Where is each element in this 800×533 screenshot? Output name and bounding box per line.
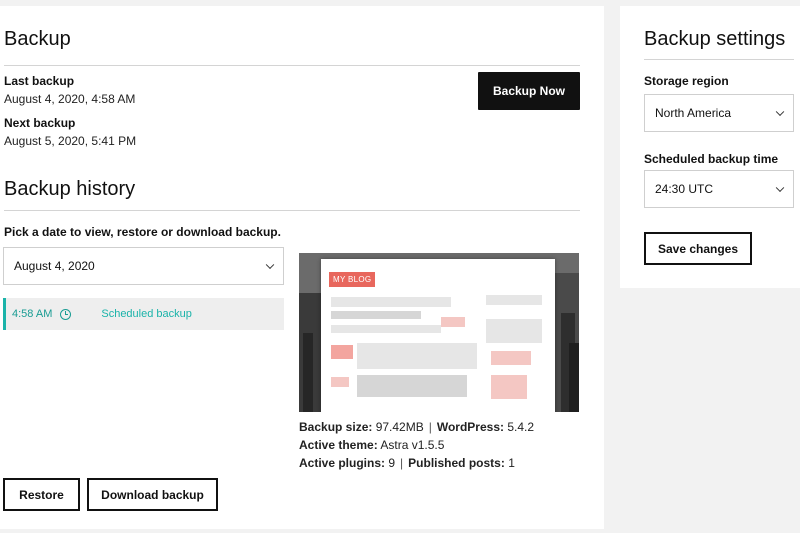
next-backup-label: Next backup <box>4 116 76 130</box>
backup-size-value: 97.42MB <box>375 420 424 434</box>
theme-line: Active theme: Astra v1.5.5 <box>299 438 444 452</box>
posts-value: 1 <box>508 456 515 470</box>
scheduled-time-label: Scheduled backup time <box>644 152 779 166</box>
storage-region-value: North America <box>655 106 732 120</box>
blurred-sidebar <box>491 351 531 365</box>
divider <box>4 210 580 211</box>
blurred-text <box>331 297 451 307</box>
last-backup-value: August 4, 2020, 4:58 AM <box>4 92 136 106</box>
blurred-image <box>331 345 353 359</box>
blurred-text <box>331 325 441 333</box>
chevron-down-icon <box>265 260 275 270</box>
save-changes-button[interactable]: Save changes <box>644 232 752 265</box>
download-backup-button[interactable]: Download backup <box>87 478 218 511</box>
history-instruction: Pick a date to view, restore or download… <box>4 225 281 239</box>
blurred-link <box>441 317 465 327</box>
backup-settings-title: Backup settings <box>644 28 786 50</box>
theme-label: Active theme: <box>299 438 378 452</box>
scheduled-time-select[interactable]: 24:30 UTC <box>644 170 794 208</box>
chevron-down-icon <box>775 107 785 117</box>
storage-region-select[interactable]: North America <box>644 94 794 132</box>
backup-size-label: Backup size: <box>299 420 373 434</box>
divider <box>644 59 794 60</box>
last-backup-label: Last backup <box>4 74 75 88</box>
blog-badge: MY BLOG <box>329 272 376 287</box>
plugins-label: Active plugins: <box>299 456 386 470</box>
blurred-sidebar <box>491 375 527 399</box>
backup-settings-panel: Backup settings Storage region North Ame… <box>620 6 800 288</box>
backup-history-title: Backup history <box>4 178 136 200</box>
clock-icon <box>60 308 72 320</box>
blurred-text <box>357 375 467 397</box>
blurred-text <box>331 311 421 319</box>
history-item-time: 4:58 AM <box>12 308 53 320</box>
blurred-text <box>357 343 477 369</box>
blurred-sidebar <box>486 295 542 305</box>
next-backup-value: August 5, 2020, 5:41 PM <box>4 134 137 148</box>
wordpress-version: 5.4.2 <box>507 420 535 434</box>
date-select-value: August 4, 2020 <box>14 259 95 273</box>
history-list-item[interactable]: 4:58 AM Scheduled backup <box>3 298 284 330</box>
backup-now-button[interactable]: Backup Now <box>478 72 580 110</box>
backup-title: Backup <box>4 28 71 50</box>
backup-size-line: Backup size: 97.42MB | WordPress: 5.4.2 <box>299 420 535 434</box>
scheduled-time-value: 24:30 UTC <box>655 182 714 196</box>
theme-value: Astra v1.5.5 <box>380 438 445 452</box>
backup-panel: Backup Last backup August 4, 2020, 4:58 … <box>0 6 604 529</box>
history-item-type: Scheduled backup <box>101 308 192 320</box>
chevron-down-icon <box>775 183 785 193</box>
blurred-sidebar <box>486 319 542 343</box>
storage-region-label: Storage region <box>644 74 729 88</box>
blurred-link <box>331 377 349 387</box>
blog-page-thumbnail: MY BLOG <box>321 259 555 412</box>
date-select[interactable]: August 4, 2020 <box>3 247 284 285</box>
plugins-line: Active plugins: 9 | Published posts: 1 <box>299 456 515 470</box>
posts-label: Published posts: <box>408 456 505 470</box>
backup-preview-image: MY BLOG <box>299 253 579 412</box>
divider <box>4 65 580 66</box>
restore-button[interactable]: Restore <box>3 478 80 511</box>
wordpress-label: WordPress: <box>436 420 504 434</box>
